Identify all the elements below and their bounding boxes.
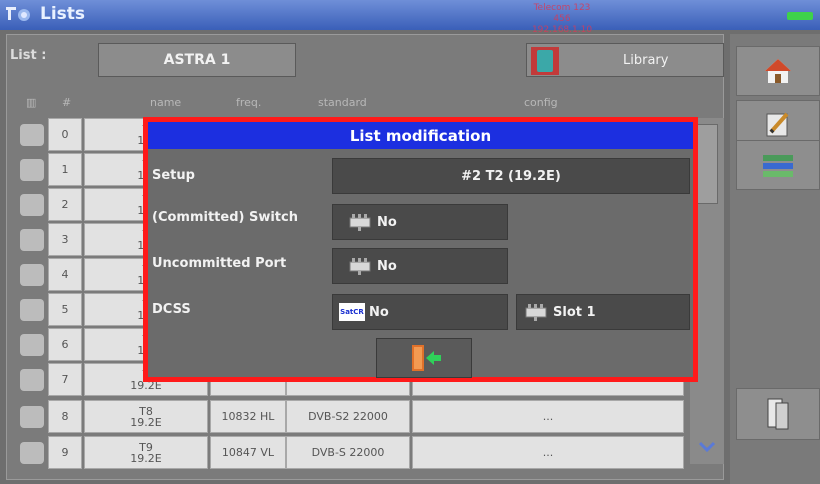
row-freq: 10832 HL <box>210 400 286 433</box>
table-row[interactable]: 8 T8 19.2E 10832 HL DVB-S2 22000 ... <box>14 400 686 433</box>
dcss-field[interactable]: SatCR No <box>332 294 508 330</box>
row-num: 5 <box>48 293 82 326</box>
row-checkbox[interactable] <box>20 334 44 356</box>
status-info: Telecom 123 456 192.168.1.10 <box>524 3 600 35</box>
switch-icon <box>525 304 547 321</box>
row-standard: DVB-S 22000 <box>286 436 410 469</box>
row-config: ... <box>412 436 684 469</box>
switch-icon <box>349 258 371 275</box>
row-num: 1 <box>48 153 82 186</box>
header-name: name <box>150 96 182 109</box>
scrollbar-thumb[interactable] <box>696 124 718 204</box>
row-num: 6 <box>48 328 82 361</box>
uncommitted-value: No <box>377 258 397 274</box>
home-icon <box>765 59 791 83</box>
row-checkbox[interactable] <box>20 229 44 251</box>
row-name: T8 19.2E <box>84 400 208 433</box>
row-standard: DVB-S2 22000 <box>286 400 410 433</box>
switch-field[interactable]: No <box>332 204 508 240</box>
setup-field[interactable]: #2 T2 (19.2E) <box>332 158 690 194</box>
signal-list-button[interactable] <box>736 140 820 190</box>
row-checkbox[interactable] <box>20 299 44 321</box>
library-side-button[interactable] <box>736 388 820 440</box>
row-name-bottom: 19.2E <box>130 451 162 465</box>
row-num: 4 <box>48 258 82 291</box>
slot-field[interactable]: Slot 1 <box>516 294 690 330</box>
edit-icon <box>766 112 789 137</box>
library-icon <box>531 47 559 75</box>
switch-icon <box>349 214 371 231</box>
dcss-value: No <box>369 304 389 320</box>
list-app-icon <box>6 7 30 21</box>
exit-door-icon <box>412 345 441 371</box>
list-select-button[interactable]: ASTRA 1 <box>98 43 296 77</box>
uncommitted-field[interactable]: No <box>332 248 508 284</box>
book-icon <box>767 398 789 430</box>
switch-label: (Committed) Switch <box>152 210 298 225</box>
library-button-label: Library <box>623 53 669 68</box>
row-num: 0 <box>48 118 82 151</box>
uncommitted-label: Uncommitted Port <box>152 256 287 271</box>
row-freq: 10847 VL <box>210 436 286 469</box>
library-button[interactable]: Library <box>526 43 724 77</box>
row-checkbox[interactable] <box>20 264 44 286</box>
row-name-top: T8 <box>139 404 153 418</box>
header-freq: freq. <box>236 96 262 109</box>
row-num: 3 <box>48 223 82 256</box>
switch-value: No <box>377 214 397 230</box>
row-checkbox[interactable] <box>20 369 44 391</box>
app-title: Lists <box>40 4 86 24</box>
row-checkbox[interactable] <box>20 159 44 181</box>
header-standard: standard <box>318 96 367 109</box>
home-button[interactable] <box>736 46 820 96</box>
status-info-line1: Telecom 123 456 <box>533 3 591 24</box>
right-sidebar <box>730 34 820 484</box>
header-num: # <box>62 96 72 109</box>
slot-value: Slot 1 <box>553 304 596 320</box>
header-select-icon: ▥ <box>26 96 37 109</box>
row-checkbox[interactable] <box>20 124 44 146</box>
row-num: 9 <box>48 436 82 469</box>
signal-list-icon <box>763 155 793 177</box>
dialog-title: List modification <box>148 122 693 149</box>
list-label: List : <box>10 48 47 63</box>
row-config: ... <box>412 400 684 433</box>
setup-label: Setup <box>152 168 195 183</box>
row-name: T9 19.2E <box>84 436 208 469</box>
row-checkbox[interactable] <box>20 194 44 216</box>
row-num: 2 <box>48 188 82 221</box>
row-num: 7 <box>48 363 82 396</box>
table-row[interactable]: 9 T9 19.2E 10847 VL DVB-S 22000 ... <box>14 436 686 469</box>
row-name-bottom: 19.2E <box>130 415 162 429</box>
satcr-icon: SatCR <box>339 303 365 321</box>
row-checkbox[interactable] <box>20 406 44 428</box>
scroll-down-icon[interactable] <box>698 440 716 454</box>
row-checkbox[interactable] <box>20 442 44 464</box>
list-modification-dialog: List modification Setup #2 T2 (19.2E) (C… <box>143 117 698 382</box>
row-num: 8 <box>48 400 82 433</box>
battery-icon <box>787 12 813 20</box>
row-name-top: T9 <box>139 440 153 454</box>
exit-button[interactable] <box>376 338 472 378</box>
header-config: config <box>524 96 558 109</box>
dcss-label: DCSS <box>152 302 191 317</box>
title-bar: Lists Telecom 123 456 192.168.1.10 <box>0 0 820 35</box>
